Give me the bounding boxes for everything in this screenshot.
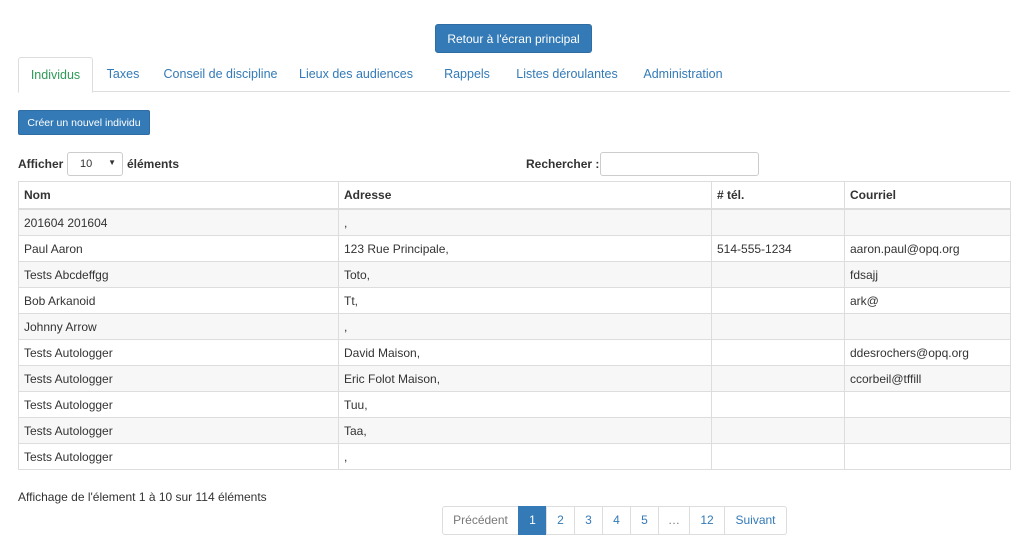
table-row[interactable]: Tests Autologger David Maison, ddesrochers… [18,339,1011,366]
column-header-telephone[interactable]: # tél. [711,181,845,210]
cell-telephone [711,443,845,470]
tab-administration[interactable]: Administration [636,57,730,92]
table-row[interactable]: Bob Arkanoid Tt, ark@ [18,287,1011,314]
table-row[interactable]: Tests Autologger Tuu, [18,391,1011,418]
tab-conseil-de-discipline[interactable]: Conseil de discipline [158,57,283,92]
pagination-page-12[interactable]: 12 [689,506,725,535]
page-length-value: 10 [80,158,93,170]
cell-nom: Tests Autologger [18,417,339,444]
cell-telephone [711,417,845,444]
table-row[interactable]: Johnny Arrow, [18,313,1011,340]
column-header-courriel[interactable]: Courriel [844,181,1011,210]
elements-label: éléments [127,157,180,171]
table-row[interactable]: Paul Aaron 123 Rue Principale, 514-555-123… [18,235,1011,262]
tab-lieux-des-audiences[interactable]: Lieux des audiences [296,57,416,92]
cell-adresse: David Maison, [338,339,712,366]
cell-nom: Paul Aaron [18,235,339,262]
return-to-main-button[interactable]: Retour à l'écran principal [435,24,592,53]
table-row[interactable]: Tests Autologger, [18,443,1011,470]
cell-nom: Tests Autologger [18,365,339,392]
cell-adresse: Tt, [338,287,712,314]
cell-telephone [711,313,845,340]
cell-courriel: fdsajj [844,261,1011,288]
tab-listes-deroulantes[interactable]: Listes déroulantes [510,57,624,92]
table-row[interactable]: Tests Autologger Eric Folot Maison, ccorbe… [18,365,1011,392]
cell-courriel [844,443,1011,470]
cell-adresse: Tuu, [338,391,712,418]
nav-tabs: Individus Taxes Conseil de discipline Li… [18,57,1010,93]
page-length-select[interactable]: 10 ▼ [67,152,123,176]
table-row[interactable]: Tests Abcdeffgg Toto, fdsajj [18,261,1011,288]
pagination-page-4[interactable]: 4 [602,506,631,535]
cell-courriel [844,208,1011,236]
cell-courriel [844,391,1011,418]
cell-adresse: , [338,208,712,236]
cell-nom: Tests Autologger [18,339,339,366]
cell-adresse: Eric Folot Maison, [338,365,712,392]
cell-telephone: 514-555-1234 [711,235,845,262]
create-individual-button[interactable]: Créer un nouvel individu [18,110,150,135]
column-header-nom[interactable]: Nom [18,181,339,210]
pagination-page-1[interactable]: 1 [518,506,547,535]
cell-nom: Johnny Arrow [18,313,339,340]
cell-telephone [711,365,845,392]
cell-adresse: , [338,443,712,470]
cell-courriel: ark@ [844,287,1011,314]
cell-adresse: Toto, [338,261,712,288]
cell-telephone [711,261,845,288]
pagination-previous[interactable]: Précédent [442,506,519,535]
cell-telephone [711,287,845,314]
cell-adresse: 123 Rue Principale, [338,235,712,262]
cell-telephone [711,339,845,366]
table-row[interactable]: 201604 201604, [18,208,1011,236]
pagination-page-5[interactable]: 5 [630,506,659,535]
cell-courriel: ccorbeil@tffill [844,365,1011,392]
individuals-table: Nom Adresse # tél. Courriel 201604 20160… [18,181,1011,470]
cell-nom: Tests Abcdeffgg [18,261,339,288]
table-info: Affichage de l'élement 1 à 10 sur 114 él… [18,490,267,504]
cell-courriel [844,417,1011,444]
cell-courriel: ddesrochers@opq.org [844,339,1011,366]
tab-rappels[interactable]: Rappels [434,57,500,92]
pagination-page-3[interactable]: 3 [574,506,603,535]
cell-nom: Bob Arkanoid [18,287,339,314]
cell-courriel: aaron.paul@opq.org [844,235,1011,262]
chevron-down-icon: ▼ [108,158,116,167]
pagination-next[interactable]: Suivant [724,506,787,535]
search-label: Rechercher : [526,157,600,171]
tab-individus[interactable]: Individus [18,57,93,93]
table-row[interactable]: Tests Autologger Taa, [18,417,1011,444]
tab-taxes[interactable]: Taxes [98,57,148,92]
cell-nom: 201604 201604 [18,208,339,236]
table-header-row: Nom Adresse # tél. Courriel [18,181,1011,210]
pagination: Précédent 1 2 3 4 5 … 12 Suivant [442,506,787,535]
cell-telephone [711,391,845,418]
cell-adresse: , [338,313,712,340]
search-input[interactable] [600,152,759,176]
cell-nom: Tests Autologger [18,443,339,470]
cell-telephone [711,208,845,236]
show-label: Afficher [18,157,64,171]
column-header-adresse[interactable]: Adresse [338,181,712,210]
cell-nom: Tests Autologger [18,391,339,418]
cell-courriel [844,313,1011,340]
pagination-page-2[interactable]: 2 [546,506,575,535]
cell-adresse: Taa, [338,417,712,444]
pagination-ellipsis: … [658,506,690,535]
